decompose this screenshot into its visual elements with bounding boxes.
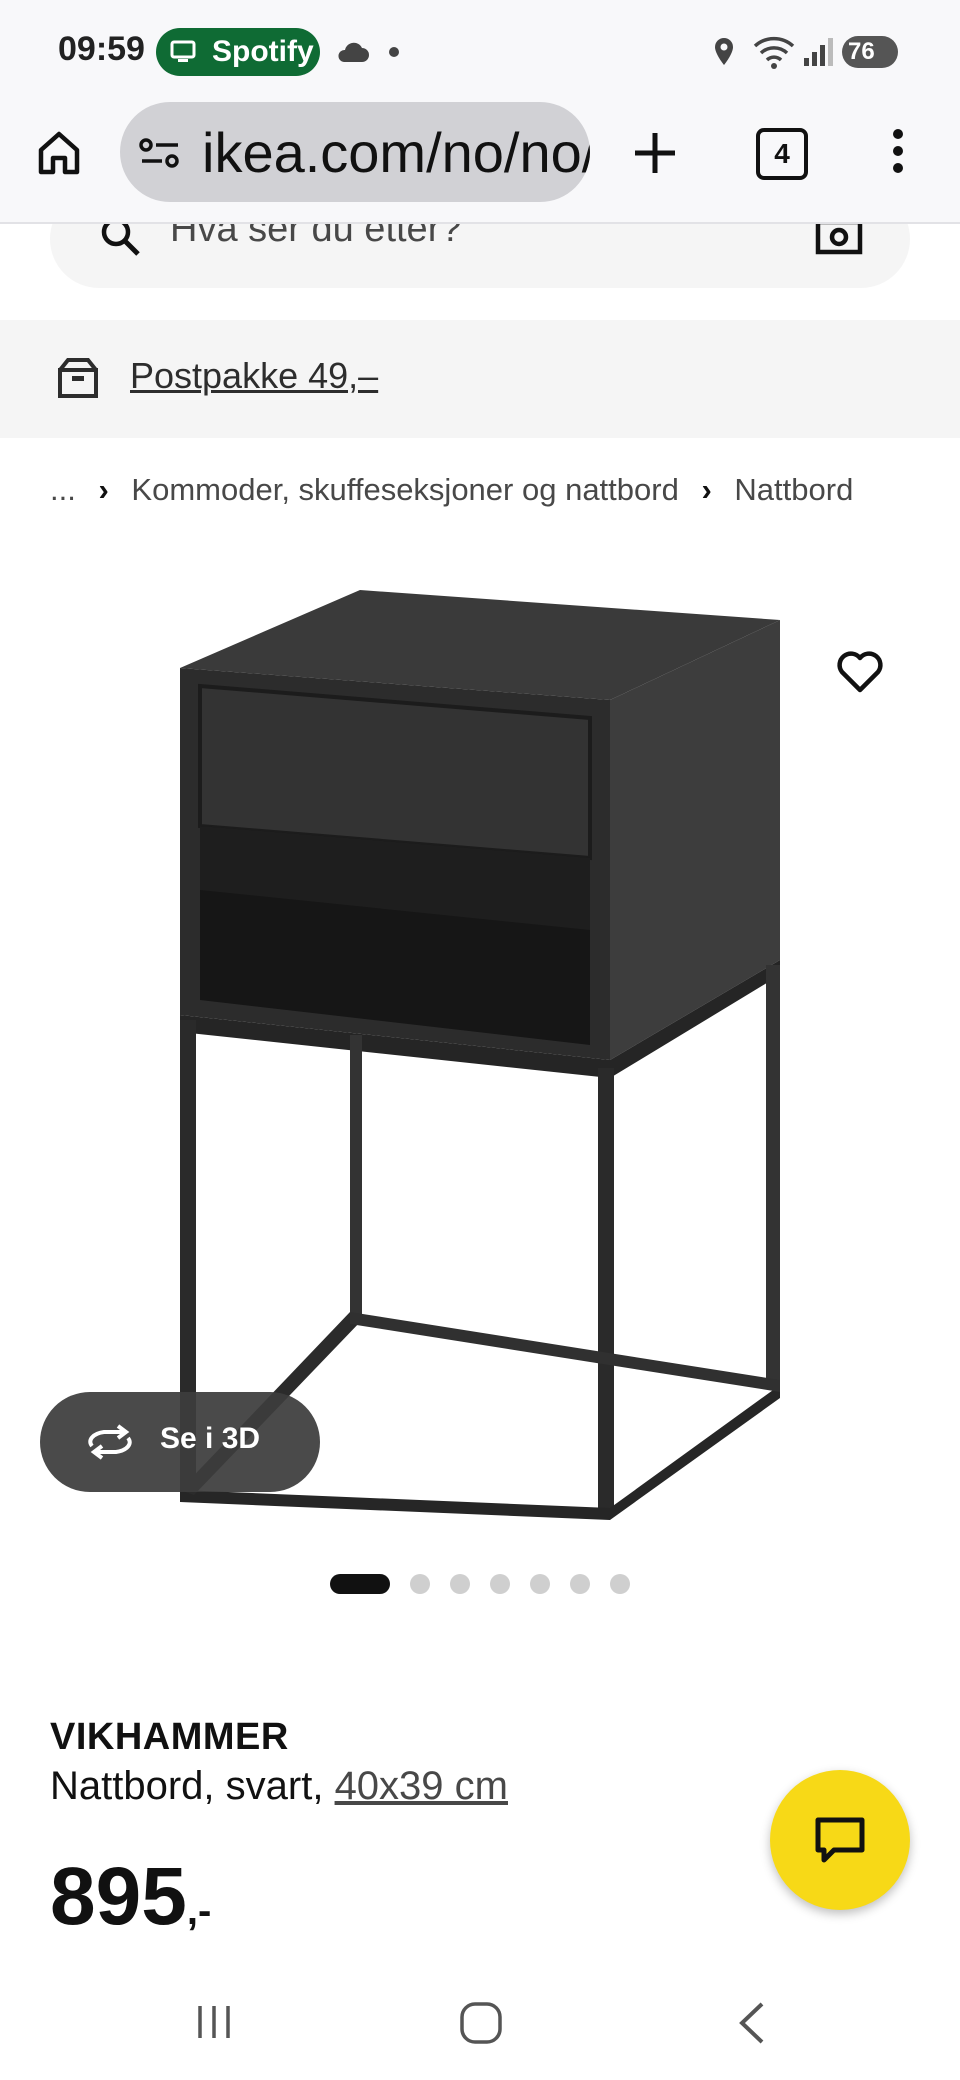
home-icon[interactable] — [34, 128, 84, 178]
spotify-label: Spotify — [212, 35, 314, 68]
pagination-dot[interactable] — [410, 1574, 430, 1594]
location-icon — [715, 38, 733, 65]
breadcrumb-current[interactable]: Nattbord — [734, 472, 853, 507]
chevron-right-icon: › — [98, 472, 109, 507]
pagination-dot[interactable] — [570, 1574, 590, 1594]
pagination-dot[interactable] — [450, 1574, 470, 1594]
price-suffix: ,- — [186, 1889, 212, 1933]
search-region: Hva ser du etter? — [0, 224, 960, 320]
breadcrumb-ellipsis[interactable]: ... — [50, 472, 76, 507]
parcel-icon — [58, 358, 98, 398]
camera-search-icon[interactable] — [814, 224, 864, 256]
url-text: ikea.com/no/no/p/vikhammer — [202, 121, 590, 184]
pagination-dot[interactable] — [530, 1574, 550, 1594]
breadcrumb-category[interactable]: Kommoder, skuffeseksjoner og nattbord — [131, 472, 678, 507]
address-bar[interactable]: ikea.com/no/no/p/vikhammer — [120, 102, 590, 202]
more-options-icon[interactable] — [888, 126, 908, 176]
pagination-dot[interactable] — [610, 1574, 630, 1594]
postpakke-link[interactable]: Postpakke 49,– — [130, 355, 378, 397]
back-icon[interactable] — [734, 2000, 768, 2046]
search-placeholder: Hva ser du etter? — [170, 224, 462, 250]
rotate-3d-icon — [88, 1424, 132, 1460]
screen-cast-icon — [170, 40, 196, 62]
notification-dot-icon — [389, 47, 399, 57]
battery-level: 76 — [848, 38, 875, 65]
recent-apps-icon[interactable] — [194, 2002, 234, 2042]
price-value: 895 — [50, 1851, 187, 1942]
chat-button[interactable] — [770, 1770, 910, 1910]
product-type: Nattbord, svart, — [50, 1764, 324, 1808]
image-pagination — [330, 1572, 650, 1594]
chevron-right-icon: › — [701, 472, 712, 507]
view-in-3d-button[interactable]: Se i 3D — [40, 1392, 320, 1492]
system-navigation-bar — [0, 1960, 960, 2080]
signal-icon — [804, 38, 833, 66]
favorite-heart-icon[interactable] — [836, 650, 884, 694]
site-settings-icon[interactable] — [138, 136, 182, 170]
product-name: VIKHAMMER — [50, 1716, 289, 1758]
new-tab-icon[interactable] — [632, 130, 678, 176]
home-nav-icon[interactable] — [458, 2000, 504, 2046]
search-input[interactable]: Hva ser du etter? — [50, 224, 910, 288]
pagination-dot[interactable] — [330, 1574, 390, 1594]
battery-indicator: 76 — [842, 36, 898, 68]
search-icon — [101, 224, 140, 256]
pagination-dot[interactable] — [490, 1574, 510, 1594]
spotify-status-chip[interactable]: Spotify — [156, 28, 320, 76]
product-description: Nattbord, svart, 40x39 cm — [50, 1764, 508, 1809]
clock: 09:59 — [58, 30, 145, 68]
product-size-link[interactable]: 40x39 cm — [335, 1764, 508, 1808]
chat-bubble-icon — [815, 1817, 865, 1863]
wifi-icon — [753, 36, 795, 69]
tab-count: 4 — [774, 138, 790, 169]
breadcrumb: ... › Kommoder, skuffeseksjoner og nattb… — [50, 472, 867, 508]
cloud-icon — [338, 42, 369, 62]
view-in-3d-label: Se i 3D — [160, 1422, 261, 1455]
product-price: 895,- — [50, 1850, 211, 1944]
tab-switcher-button[interactable]: 4 — [756, 128, 808, 180]
product-image[interactable] — [170, 590, 790, 1520]
